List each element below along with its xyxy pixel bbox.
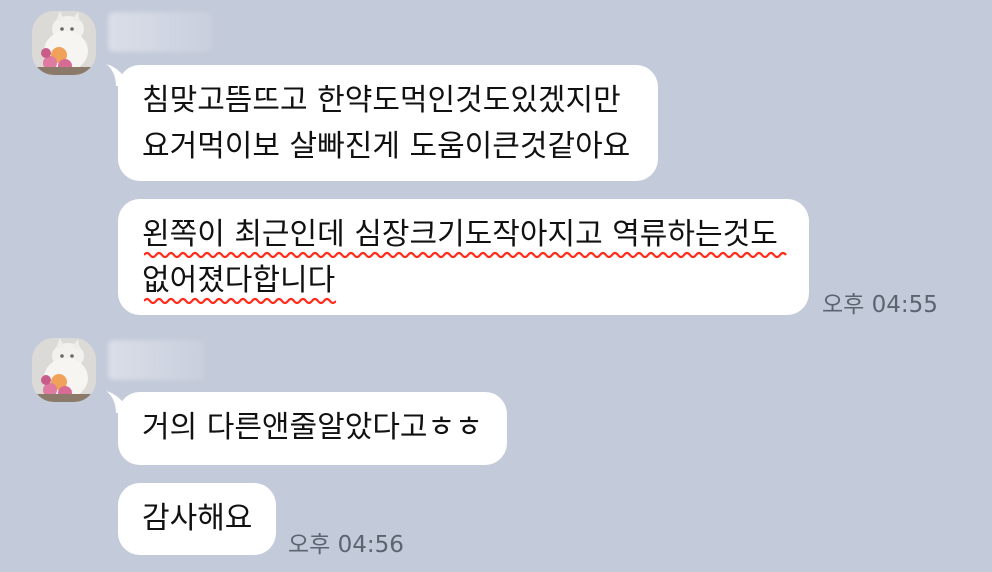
message-bubble[interactable]: 감사해요 [118,483,276,555]
message-timestamp: 오후 04:56 [288,532,404,558]
message-text-line: 요거먹이보 살빠진게 도움이큰것같아요 [142,129,631,164]
sender-name [108,340,204,380]
message-bubble[interactable]: 거의 다른앤줄알았다고ㅎㅎ [118,392,507,465]
message-text-line: 침맞고뜸뜨고 한약도먹인것도있겠지만 [142,83,621,118]
cat-photo-icon [32,338,96,402]
message-bubble[interactable]: 침맞고뜸뜨고 한약도먹인것도있겠지만 요거먹이보 살빠진게 도움이큰것같아요 [118,65,658,181]
cat-photo-icon [32,11,96,75]
sender-avatar[interactable] [32,11,96,75]
message-bubble[interactable]: 왼쪽이 최근인데 심장크기도작아지고 역류하는것도 없어졌다합니다 [118,199,809,315]
spellcheck-underline [144,297,336,305]
message-text-line: 거의 다른앤줄알았다고ㅎㅎ [142,410,483,445]
message-timestamp: 오후 04:55 [822,292,938,318]
sender-avatar[interactable] [32,338,96,402]
message-text-line: 감사해요 [142,501,253,536]
spellcheck-underline [144,251,787,259]
sender-name [108,12,212,52]
